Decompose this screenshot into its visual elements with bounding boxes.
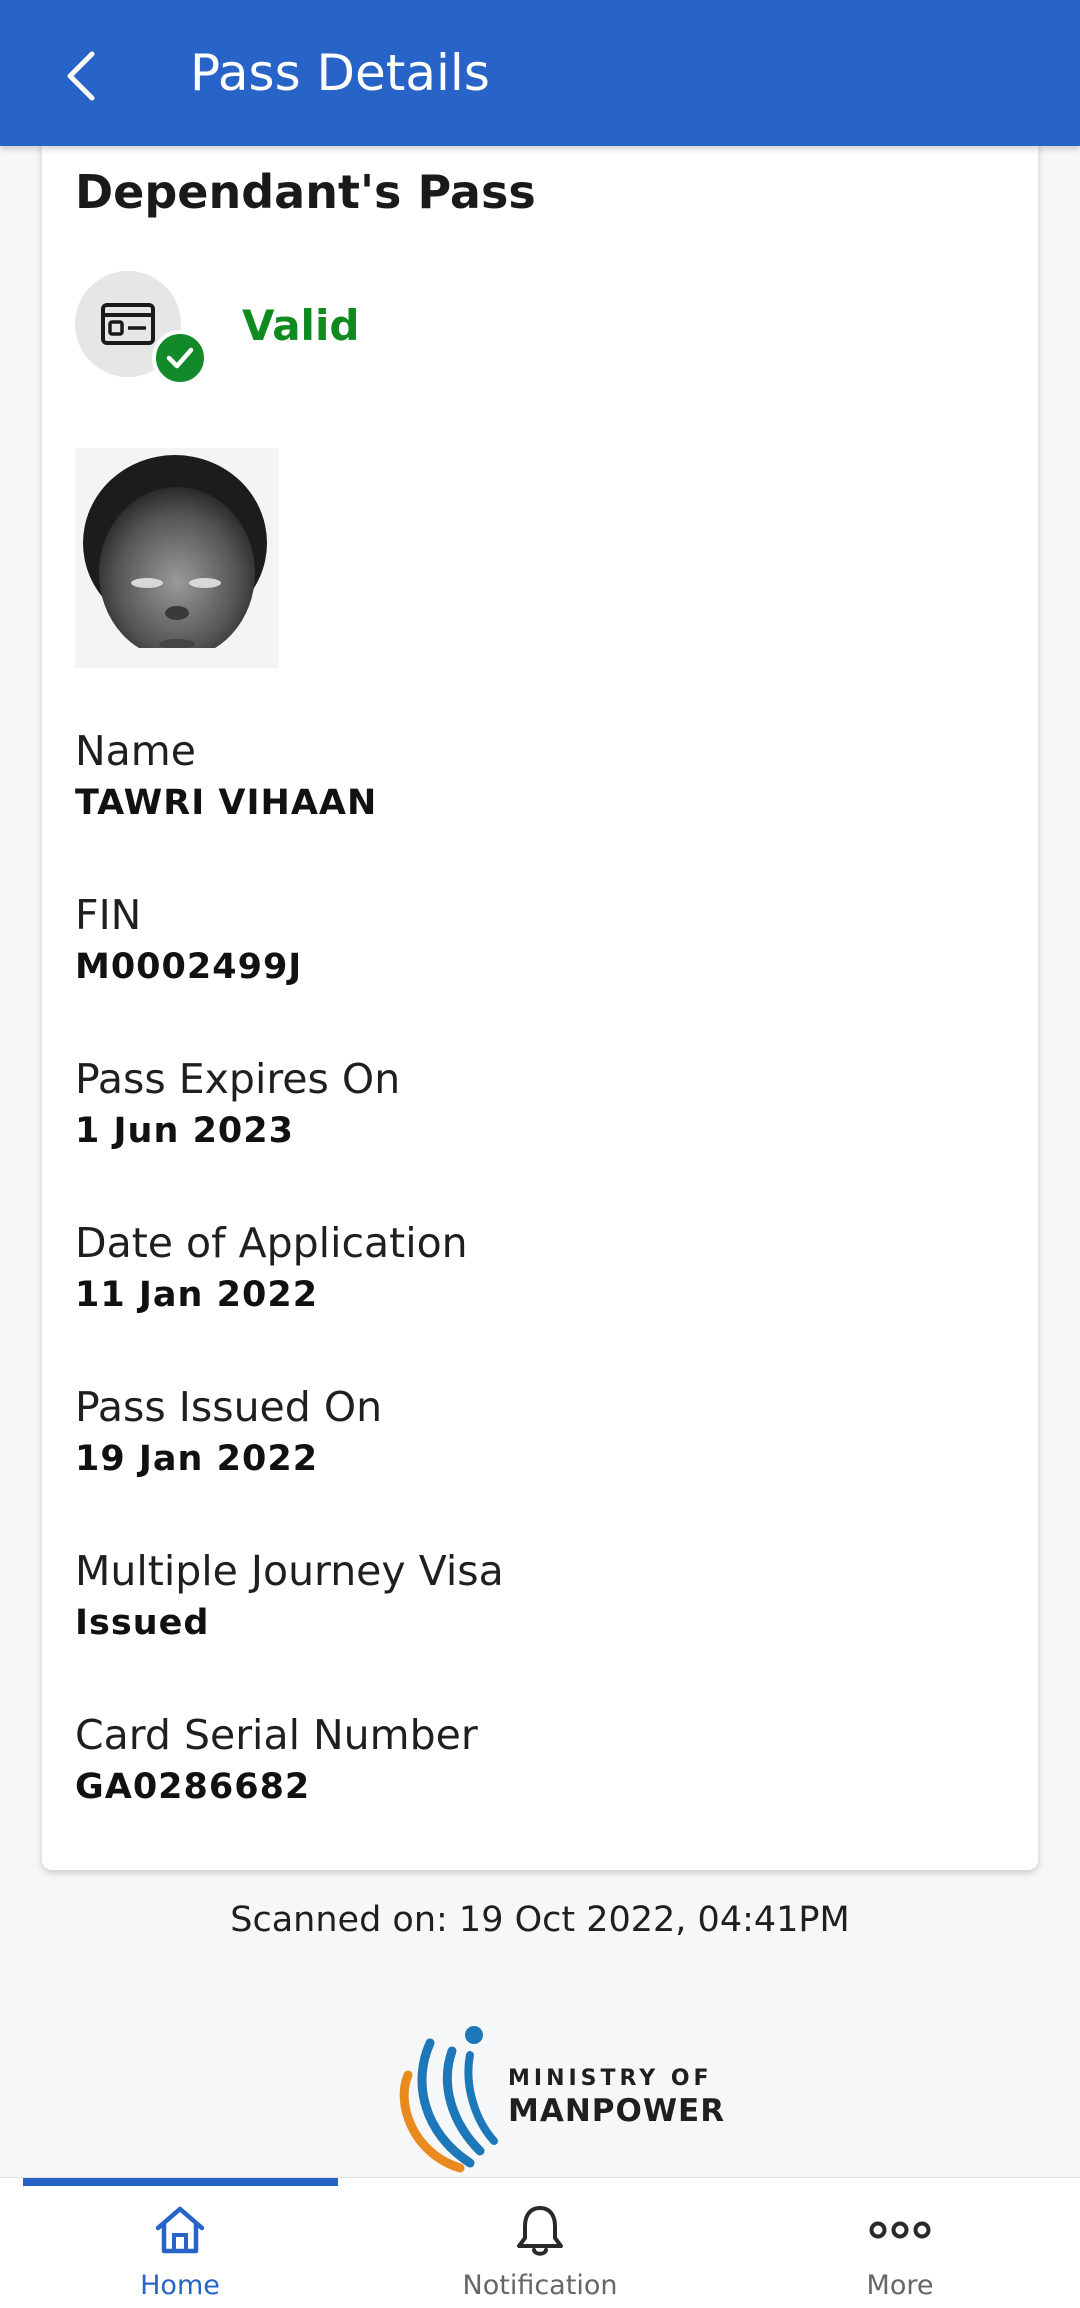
- mom-logo: MINISTRY OF MANPOWER: [390, 2023, 724, 2173]
- mom-emblem-icon: [399, 2026, 498, 2173]
- bottom-navigation: Home Notification More: [0, 2177, 1080, 2308]
- field-pass-issued: Pass Issued On 19 Jan 2022: [75, 1380, 382, 1484]
- field-label: Date of Application: [75, 1219, 468, 1267]
- field-value: Issued: [75, 1603, 210, 1643]
- nav-label-more: More: [866, 2270, 934, 2301]
- field-label: Pass Issued On: [75, 1383, 383, 1431]
- logo-line-1: MINISTRY OF: [508, 2066, 713, 2091]
- field-value: 11 Jan 2022: [75, 1275, 319, 1315]
- app-header: Pass Details: [0, 0, 1080, 146]
- field-multiple-journey-visa: Multiple Journey Visa Issued: [75, 1544, 504, 1648]
- field-label: Card Serial Number: [75, 1711, 478, 1759]
- pass-card: Dependant's Pass Valid Name TAWRI VIHAAN…: [42, 140, 1038, 1870]
- field-value: 1 Jun 2023: [75, 1111, 294, 1151]
- field-fin: FIN M0002499J: [75, 888, 302, 992]
- logo-line-2: MANPOWER: [508, 2093, 726, 2129]
- nav-notification[interactable]: Notification: [370, 2178, 710, 2308]
- pass-status: Valid: [242, 301, 360, 350]
- pass-type-title: Dependant's Pass: [75, 165, 536, 219]
- more-icon: [869, 2221, 931, 2239]
- field-pass-expires: Pass Expires On 1 Jun 2023: [75, 1052, 400, 1156]
- scanned-timestamp: Scanned on: 19 Oct 2022, 04:41PM: [230, 1900, 850, 1940]
- back-button[interactable]: [60, 36, 140, 116]
- page-title: Pass Details: [190, 44, 490, 102]
- field-card-serial: Card Serial Number GA0286682: [75, 1708, 478, 1812]
- nav-label-home: Home: [140, 2270, 220, 2301]
- mom-logo-text: MINISTRY OF MANPOWER: [508, 2065, 725, 2129]
- chevron-left-icon: [67, 51, 95, 101]
- field-label: Multiple Journey Visa: [75, 1547, 504, 1595]
- valid-check-icon: [152, 330, 208, 386]
- nav-label-notification: Notification: [462, 2270, 618, 2301]
- field-application-date: Date of Application 11 Jan 2022: [75, 1216, 468, 1320]
- field-value: M0002499J: [75, 947, 303, 987]
- id-card-icon: [101, 303, 155, 345]
- nav-home[interactable]: Home: [10, 2178, 350, 2308]
- field-label: Name: [75, 727, 196, 775]
- holder-photo: [75, 448, 279, 668]
- field-value: GA0286682: [75, 1767, 311, 1807]
- field-value: 19 Jan 2022: [75, 1439, 319, 1479]
- field-name: Name TAWRI VIHAAN: [75, 724, 377, 828]
- field-label: FIN: [75, 891, 142, 939]
- home-icon: [155, 2206, 205, 2254]
- field-value: TAWRI VIHAAN: [75, 783, 378, 823]
- bell-icon: [517, 2206, 563, 2256]
- nav-more[interactable]: More: [730, 2178, 1070, 2308]
- field-label: Pass Expires On: [75, 1055, 401, 1103]
